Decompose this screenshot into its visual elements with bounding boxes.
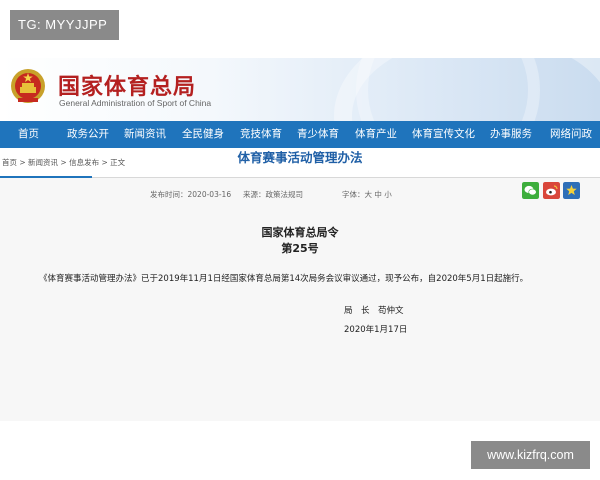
order-number: 第25号 bbox=[281, 242, 319, 255]
url-watermark: www.kizfrq.com bbox=[471, 441, 590, 469]
article-source: 来源：政策法规司 bbox=[243, 190, 303, 199]
order-heading: 国家体育总局令 bbox=[261, 226, 339, 239]
nav-item-industry[interactable]: 体育产业 bbox=[355, 121, 397, 148]
article-title: 体育赛事活动管理办法 bbox=[237, 150, 363, 165]
nav-item-inquiry[interactable]: 网络问政 bbox=[550, 121, 592, 148]
article-area bbox=[0, 178, 600, 421]
nav-item-fitness[interactable]: 全民健身 bbox=[182, 121, 224, 148]
nav-item-news[interactable]: 新闻资讯 bbox=[124, 121, 166, 148]
telegram-tag-overlay: TG: MYYJJPP bbox=[10, 10, 119, 40]
nav-item-services[interactable]: 办事服务 bbox=[490, 121, 532, 148]
site-logo-text[interactable]: 国家体育总局 bbox=[58, 69, 196, 101]
nav-item-home[interactable]: 首页 bbox=[18, 121, 39, 148]
nav-item-government[interactable]: 政务公开 bbox=[67, 121, 109, 148]
national-emblem-icon[interactable] bbox=[8, 65, 48, 105]
site-logo-english: General Administration of Sport of China bbox=[59, 98, 212, 108]
signer: 局 长 苟仲文 bbox=[344, 306, 404, 316]
publish-time: 发布时间：2020-03-16 bbox=[150, 190, 232, 199]
website-screenshot: 国家体育总局 General Administration of Sport o… bbox=[0, 58, 600, 421]
weibo-icon[interactable] bbox=[543, 182, 560, 199]
favorite-star-icon[interactable] bbox=[563, 182, 580, 199]
site-header: 国家体育总局 General Administration of Sport o… bbox=[0, 58, 600, 121]
article-body: 《体育赛事活动管理办法》已于2019年11月1日经国家体育总局第14次局务会议审… bbox=[39, 274, 529, 284]
wechat-icon[interactable] bbox=[522, 182, 539, 199]
nav-item-culture[interactable]: 体育宣传文化 bbox=[412, 121, 475, 148]
nav-item-competitive[interactable]: 竞技体育 bbox=[240, 121, 282, 148]
nav-item-youth[interactable]: 青少体育 bbox=[297, 121, 339, 148]
main-nav: 首页 政务公开 新闻资讯 全民健身 竞技体育 青少体育 体育产业 体育宣传文化 … bbox=[0, 121, 600, 148]
sign-date: 2020年1月17日 bbox=[344, 325, 408, 335]
font-size-switch[interactable]: 字体：大 中 小 bbox=[342, 189, 392, 200]
